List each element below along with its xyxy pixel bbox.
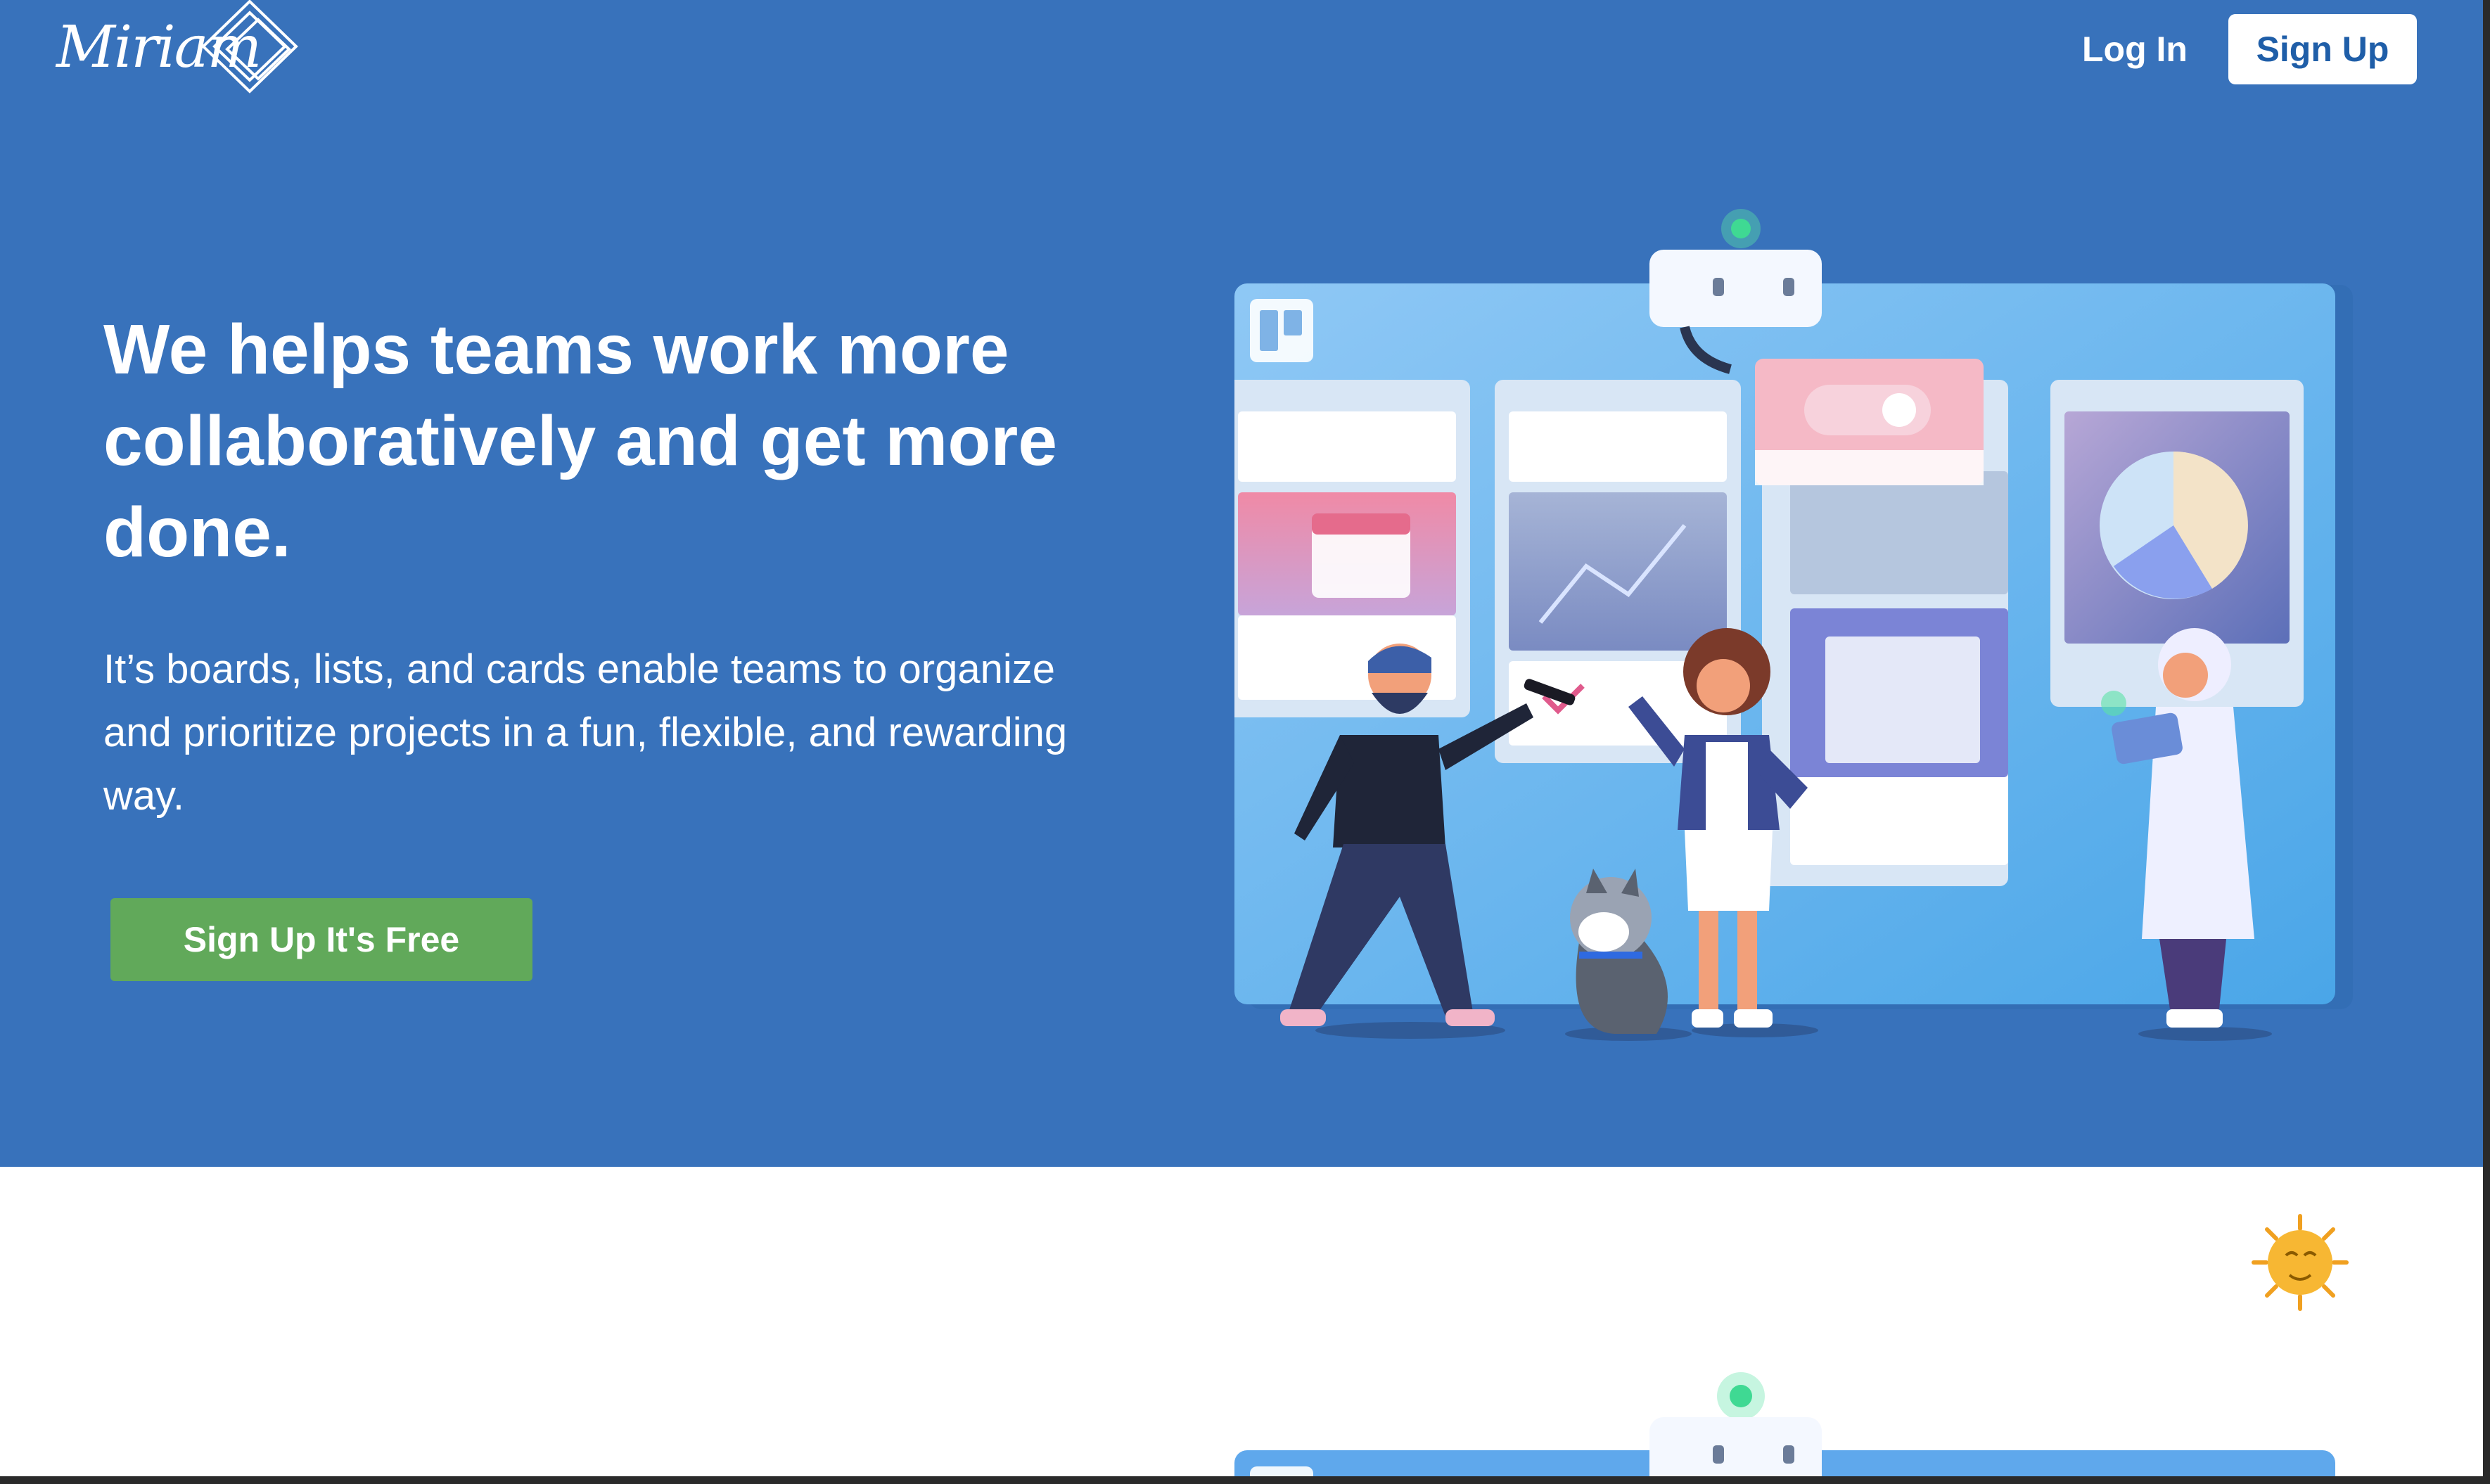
diamond-logo-icon — [201, 0, 298, 94]
login-link[interactable]: Log In — [2061, 14, 2209, 84]
illustration-preview — [1234, 1372, 2335, 1476]
hero-section: Miriam Log In Sign Up We helps teams wor… — [0, 0, 2483, 1167]
window-edge-right — [2483, 0, 2490, 1484]
sun-face-icon[interactable] — [2251, 1213, 2349, 1312]
window-edge-bottom — [0, 1476, 2483, 1484]
signup-button[interactable]: Sign Up — [2228, 14, 2417, 84]
hero-subtext: It’s boards, lists, and cards enable tea… — [103, 646, 1068, 819]
signup-free-button[interactable]: Sign Up It's Free — [110, 898, 532, 981]
browser-viewport: Miriam Log In Sign Up We helps teams wor… — [0, 0, 2483, 1476]
team-collaboration-board-illustration — [1234, 209, 2353, 1041]
hero-headline: We helps teams work more collaboratively… — [103, 310, 1057, 572]
